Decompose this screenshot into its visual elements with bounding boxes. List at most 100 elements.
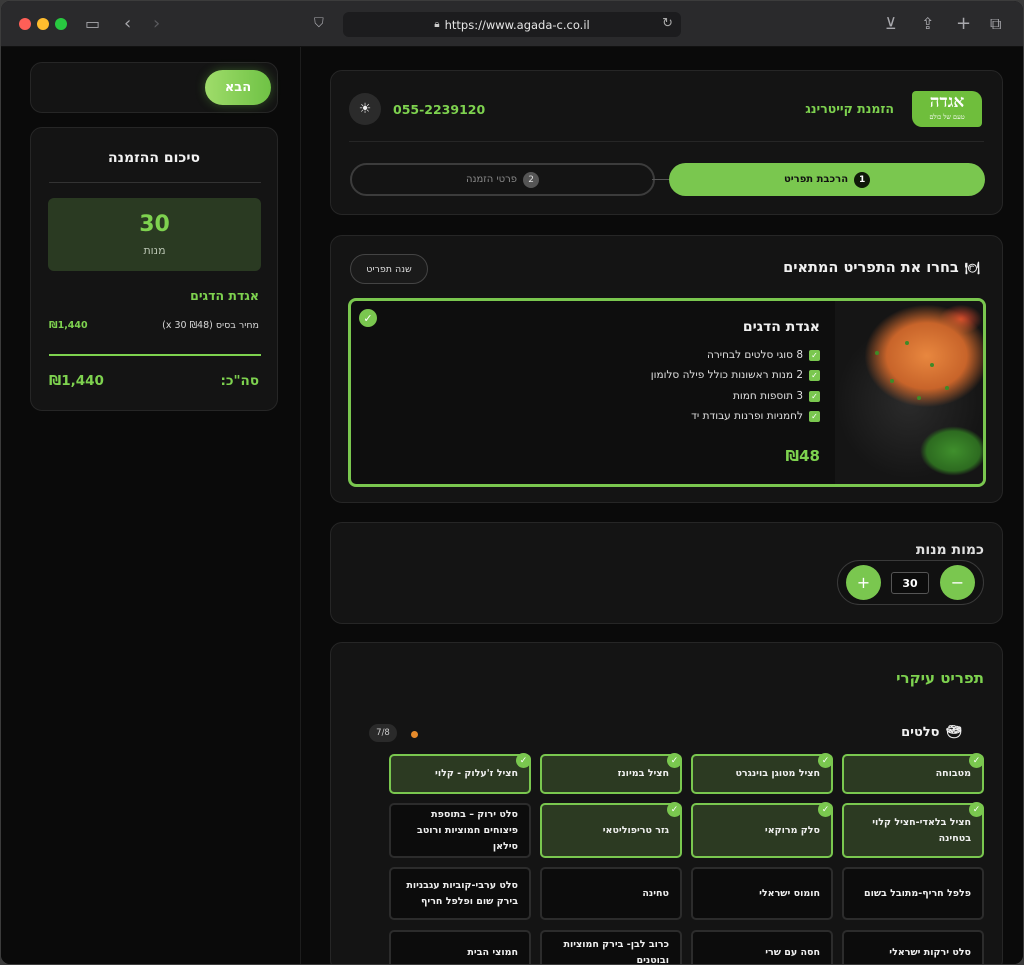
section-heading-text: בחרו את התפריט המתאים [783, 260, 959, 276]
reload-icon[interactable]: ↻ [662, 16, 673, 31]
change-menu-button[interactable]: שנה תפריט [350, 254, 428, 284]
quantity-stepper: + 30 − [837, 560, 984, 605]
shield-icon[interactable]: ⛉ [314, 13, 324, 35]
minimize-window-button[interactable] [37, 18, 49, 30]
step-label: פרטי הזמנה [465, 174, 518, 185]
column-divider [300, 47, 301, 964]
divider [49, 182, 261, 183]
main-menu: תפריט עיקרי 🥗︎סלטים 7/8 מטבוחה ✓ חציל מטוג… [330, 642, 1003, 964]
theme-toggle-button[interactable]: ☀ [349, 93, 381, 125]
browser-toolbar: ▭ ‹ › ⛉ 🔒︎ https://www.agada-c.co.il ↻ ⊻… [1, 1, 1023, 47]
decrease-button[interactable]: − [940, 565, 975, 600]
step-number: 2 [523, 171, 540, 188]
back-icon[interactable]: ‹ [124, 13, 131, 35]
main-menu-title: תפריט עיקרי [896, 669, 984, 687]
salad-item[interactable]: כרוב לבן- בירק חמוציות ובוטנים [540, 930, 682, 964]
tab-overview-icon[interactable]: ⧉ [990, 13, 1001, 35]
quantity-input[interactable]: 30 [891, 572, 929, 594]
section-heading: 🍽︎ בחרו את התפריט המתאים [783, 260, 980, 276]
check-icon: ✓ [667, 753, 682, 768]
share-icon[interactable]: ⇪ [921, 13, 934, 35]
salad-item[interactable]: חציל במיונז ✓ [540, 753, 682, 794]
salad-item[interactable]: סלט ירקות ישראלי [842, 930, 984, 964]
salmon-dish-image [835, 301, 983, 484]
summary-package-name: אגדת הדגים [190, 288, 259, 303]
lock-icon: 🔒︎ [434, 19, 440, 30]
new-tab-icon[interactable]: + [956, 13, 971, 35]
order-summary: סיכום ההזמנה 30 מנות אגדת הדגים מחיר בסי… [30, 127, 278, 411]
download-icon[interactable]: ⊻ [885, 13, 897, 35]
salad-item[interactable]: חמוצי הבית [389, 930, 531, 964]
portion-label: מנות [143, 244, 166, 257]
salad-item-label: סלק מרוקאי [764, 824, 820, 836]
page-content: הבא סיכום ההזמנה 30 מנות אגדת הדגים מחיר… [1, 47, 1023, 964]
divider-accent [49, 354, 261, 356]
salad-item[interactable]: גזר טריפוליטאי ✓ [540, 802, 682, 858]
step-order-details[interactable]: 2 פרטי הזמנה [350, 163, 655, 196]
feature-text: לחמניות ופרנות עבודת יד [691, 410, 803, 422]
check-icon: ✓ [809, 349, 820, 361]
package-card[interactable]: אגדת הדגים ✓ 8 סוגי סלטים לבחירה ✓ 2 מנות … [348, 298, 986, 487]
salad-item-label: חציל ז'עלוק - קלוי [435, 768, 518, 779]
step-number: 1 [854, 171, 871, 188]
increase-button[interactable]: + [846, 565, 881, 600]
menu-selection: 🍽︎ בחרו את התפריט המתאים שנה תפריט אגדת ה… [330, 235, 1003, 503]
check-icon: ✓ [809, 390, 820, 402]
salad-item[interactable]: חסה עם שרי [691, 930, 833, 964]
salad-item[interactable]: פלפל חריף-מתובל בשום [842, 867, 984, 920]
address-bar[interactable]: 🔒︎ https://www.agada-c.co.il ↻ [343, 12, 681, 37]
selection-count-badge: 7/8 [369, 724, 397, 742]
salad-item-label: חמוצי הבית [467, 946, 518, 958]
salad-item[interactable]: חומוס ישראלי [691, 867, 833, 920]
total-value: ₪1,440 [49, 373, 104, 389]
portion-count-box: 30 מנות [48, 198, 261, 271]
salad-item-label: חומוס ישראלי [759, 887, 820, 899]
quantity-title: כמות מנות [915, 542, 984, 558]
site-header: אגדה טעם של כולם הזמנת קייטרינג 055-2239… [330, 70, 1003, 215]
divider [349, 141, 984, 142]
forward-icon[interactable]: › [153, 13, 160, 35]
status-dot [411, 731, 418, 738]
plate-icon: 🍽︎ [964, 261, 980, 275]
salad-item[interactable]: סלט ירוק – בתוספת פיצוחים חמוציות ורוטב … [389, 803, 531, 858]
sidebar-toggle-icon[interactable]: ▭ [85, 13, 100, 35]
zoom-window-button[interactable] [55, 18, 67, 30]
salad-item-label: סלט ערבי-קוביות עגבניות בירק שום ופלפל ח… [406, 879, 518, 907]
step-build-menu[interactable]: 1 הרכבת תפריט [669, 163, 985, 196]
summary-title: סיכום ההזמנה [108, 150, 200, 166]
logo-text: אגדה [929, 92, 965, 112]
salad-item[interactable]: חציל ז'עלוק - קלוי ✓ [389, 753, 531, 794]
salad-item[interactable]: חציל מטוגן בוינגרט ✓ [691, 753, 833, 794]
salad-item-label: חציל מטוגן בוינגרט [735, 768, 820, 779]
salads-heading: 🥗︎ סלטים [901, 725, 962, 740]
package-name: אגדת הדגים [742, 319, 820, 335]
salad-item-label: חציל בלאדי-חציל קלוי בטחינה [872, 816, 971, 844]
phone-link[interactable]: 055-2239120 [393, 102, 485, 117]
next-button[interactable]: הבא [205, 70, 271, 105]
salad-item[interactable]: סלט ערבי-קוביות עגבניות בירק שום ופלפל ח… [389, 867, 531, 920]
check-icon: ✓ [809, 410, 820, 422]
salad-icon: 🥗︎ [945, 725, 962, 740]
check-icon: ✓ [809, 369, 820, 381]
close-window-button[interactable] [19, 18, 31, 30]
feature-item: ✓ לחמניות ופרנות עבודת יד [691, 410, 820, 422]
feature-item: ✓ 3 תוספות חמות [733, 390, 820, 402]
salad-item-label: חציל במיונז [617, 768, 669, 779]
package-price: ₪48 [785, 447, 820, 465]
logo[interactable]: אגדה טעם של כולם [912, 91, 982, 127]
feature-text: 2 מנות ראשונות כולל פילה סלומון [650, 369, 803, 381]
salad-item[interactable]: סלק מרוקאי ✓ [691, 802, 833, 858]
salad-item[interactable]: חציל בלאדי-חציל קלוי בטחינה ✓ [842, 802, 984, 858]
salad-item-label: מטבוחה [935, 768, 971, 779]
check-icon: ✓ [516, 753, 531, 768]
salad-item-label: טחינה [642, 887, 669, 899]
url-text: https://www.agada-c.co.il [444, 17, 590, 32]
salad-item[interactable]: מטבוחה ✓ [842, 753, 984, 794]
salad-item-label: סלט ירקות ישראלי [889, 946, 971, 958]
salad-item[interactable]: טחינה [540, 867, 682, 920]
page-title: הזמנת קייטרינג [805, 101, 894, 116]
salad-item-label: סלט ירוק – בתוספת פיצוחים חמוציות ורוטב … [417, 808, 518, 852]
salad-item-label: גזר טריפוליטאי [602, 824, 669, 836]
base-price-value: ₪1,440 [49, 320, 88, 331]
next-card: הבא [30, 62, 278, 113]
